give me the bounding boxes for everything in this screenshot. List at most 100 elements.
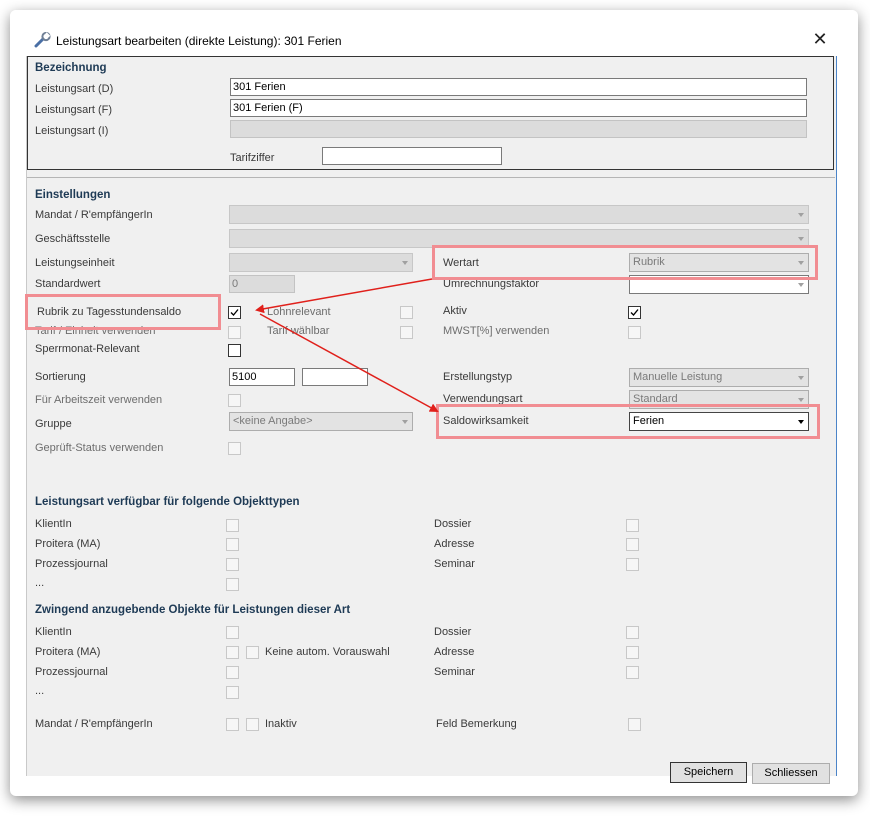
checkbox-rubrik-tagesstundensaldo[interactable] bbox=[228, 306, 241, 319]
zwingend-label-prozessjournal: Prozessjournal bbox=[35, 666, 108, 678]
label-tarifziffer: Tarifziffer bbox=[230, 152, 275, 164]
select-verwendungsart[interactable]: Standard bbox=[629, 390, 809, 409]
zwingend-label-seminar: Seminar bbox=[434, 666, 475, 678]
chevron-down-icon bbox=[402, 420, 408, 424]
check-icon bbox=[230, 309, 239, 316]
label-verwendungsart: Verwendungsart bbox=[443, 393, 523, 405]
label-saldowirksamkeit: Saldowirksamkeit bbox=[443, 415, 529, 427]
chevron-down-icon bbox=[798, 283, 804, 287]
zwingend-checkbox-adresse[interactable] bbox=[626, 646, 639, 659]
chevron-down-icon bbox=[798, 213, 804, 217]
checkbox-keine-vorauswahl[interactable] bbox=[246, 646, 259, 659]
zwingend-checkbox-klientin[interactable] bbox=[226, 626, 239, 639]
input-tarifziffer[interactable] bbox=[322, 147, 502, 165]
zwingend-label-mandat: Mandat / R'empfängerIn bbox=[35, 718, 153, 730]
saldowirksamkeit-value: Ferien bbox=[633, 415, 665, 427]
label-erstellungstyp: Erstellungstyp bbox=[443, 371, 513, 383]
chevron-down-icon bbox=[402, 261, 408, 265]
verfuegbar-label-prozessjournal: Prozessjournal bbox=[35, 558, 108, 570]
label-arbeitszeit: Für Arbeitszeit verwenden bbox=[35, 394, 163, 406]
label-leistungseinheit: Leistungseinheit bbox=[35, 257, 115, 269]
label-sortierung: Sortierung bbox=[35, 371, 86, 383]
label-leistungsart-f: Leistungsart (F) bbox=[35, 104, 113, 116]
checkbox-sperrmonat[interactable] bbox=[228, 344, 241, 357]
label-sperrmonat: Sperrmonat-Relevant bbox=[35, 343, 140, 355]
section-bezeichnung: Bezeichnung bbox=[35, 62, 107, 74]
label-geschaeftsstelle: Geschäftsstelle bbox=[35, 233, 111, 245]
select-gruppe[interactable]: <keine Angabe> bbox=[229, 412, 413, 431]
label-keine-vorauswahl: Keine autom. Vorauswahl bbox=[265, 646, 390, 658]
title-bar: Leistungsart bearbeiten (direkte Leistun… bbox=[10, 10, 858, 56]
checkbox-lohnrelevant[interactable] bbox=[400, 306, 413, 319]
input-standardwert[interactable]: 0 bbox=[229, 275, 295, 293]
verfuegbar-label-proitera: Proitera (MA) bbox=[35, 538, 101, 550]
chevron-down-icon bbox=[798, 376, 804, 380]
section-zwingend: Zwingend anzugebende Objekte für Leistun… bbox=[35, 604, 351, 616]
save-button[interactable]: Speichern bbox=[670, 762, 747, 783]
select-leistungseinheit[interactable] bbox=[229, 253, 413, 272]
section-einstellungen: Einstellungen bbox=[35, 189, 111, 201]
edit-leistungsart-dialog: Leistungsart bearbeiten (direkte Leistun… bbox=[10, 10, 858, 796]
input-leistungsart-f[interactable]: 301 Ferien (F) bbox=[230, 99, 807, 117]
label-rubrik-tagesstundensaldo: Rubrik zu Tagesstundensaldo bbox=[37, 306, 182, 318]
checkbox-arbeitszeit[interactable] bbox=[228, 394, 241, 407]
zwingend-checkbox-more[interactable] bbox=[226, 686, 239, 699]
checkbox-aktiv[interactable] bbox=[628, 306, 641, 319]
dialog-body: Bezeichnung Leistungsart (D) 301 Ferien … bbox=[25, 56, 837, 784]
checkbox-mwst[interactable] bbox=[628, 326, 641, 339]
verfuegbar-label-more: ... bbox=[35, 577, 45, 589]
label-gruppe: Gruppe bbox=[35, 418, 72, 430]
zwingend-checkbox-mandat[interactable] bbox=[226, 718, 239, 731]
label-leistungsart-d: Leistungsart (D) bbox=[35, 83, 114, 95]
gruppe-value: <keine Angabe> bbox=[233, 415, 313, 427]
close-icon[interactable]: ✕ bbox=[810, 30, 830, 50]
select-saldowirksamkeit[interactable]: Ferien bbox=[629, 412, 809, 431]
select-erstellungstyp[interactable]: Manuelle Leistung bbox=[629, 368, 809, 387]
label-aktiv: Aktiv bbox=[443, 305, 467, 317]
label-lohnrelevant: Lohnrelevant bbox=[267, 306, 331, 318]
input-leistungsart-d[interactable]: 301 Ferien bbox=[230, 78, 807, 96]
zwingend-checkbox-dossier[interactable] bbox=[626, 626, 639, 639]
checkbox-tarif-waehlbar[interactable] bbox=[400, 326, 413, 339]
close-button[interactable]: Schliessen bbox=[752, 763, 830, 784]
zwingend-label-klientin: KlientIn bbox=[35, 626, 72, 638]
zwingend-checkbox-prozessjournal[interactable] bbox=[226, 666, 239, 679]
verfuegbar-checkbox-dossier[interactable] bbox=[626, 519, 639, 532]
checkbox-feld-bemerkung[interactable] bbox=[628, 718, 641, 731]
chevron-down-icon bbox=[798, 398, 804, 402]
erstellungstyp-value: Manuelle Leistung bbox=[633, 371, 723, 383]
label-mandat: Mandat / R'empfängerIn bbox=[35, 209, 153, 221]
zwingend-label-more: ... bbox=[35, 685, 45, 697]
zwingend-label-adresse: Adresse bbox=[434, 646, 475, 658]
verfuegbar-checkbox-adresse[interactable] bbox=[626, 538, 639, 551]
select-geschaeftsstelle[interactable] bbox=[229, 229, 809, 248]
select-umrechnungsfaktor[interactable] bbox=[629, 275, 809, 294]
verfuegbar-label-klientin: KlientIn bbox=[35, 518, 72, 530]
section-verfuegbar: Leistungsart verfügbar für folgende Obje… bbox=[35, 496, 300, 508]
verfuegbar-checkbox-seminar[interactable] bbox=[626, 558, 639, 571]
checkbox-inaktiv[interactable] bbox=[246, 718, 259, 731]
input-sortierung-2[interactable] bbox=[302, 368, 368, 386]
label-standardwert: Standardwert bbox=[35, 278, 101, 290]
input-sortierung[interactable]: 5100 bbox=[229, 368, 295, 386]
zwingend-label-proitera: Proitera (MA) bbox=[35, 646, 101, 658]
verfuegbar-checkbox-prozessjournal[interactable] bbox=[226, 558, 239, 571]
zwingend-checkbox-proitera[interactable] bbox=[226, 646, 239, 659]
label-inaktiv: Inaktiv bbox=[265, 718, 297, 730]
separator bbox=[27, 177, 835, 178]
input-leistungsart-i[interactable] bbox=[230, 120, 807, 138]
label-tarif-waehlbar: Tarif wählbar bbox=[267, 325, 330, 337]
verfuegbar-checkbox-proitera[interactable] bbox=[226, 538, 239, 551]
select-wertart[interactable]: Rubrik bbox=[629, 253, 809, 272]
label-feld-bemerkung: Feld Bemerkung bbox=[436, 718, 517, 730]
verfuegbar-checkbox-more[interactable] bbox=[226, 578, 239, 591]
checkbox-tarif-einheit[interactable] bbox=[228, 326, 241, 339]
verfuegbar-label-adresse: Adresse bbox=[434, 538, 475, 550]
select-mandat[interactable] bbox=[229, 205, 809, 224]
zwingend-checkbox-seminar[interactable] bbox=[626, 666, 639, 679]
wrench-icon bbox=[34, 31, 52, 48]
chevron-down-icon bbox=[798, 237, 804, 241]
label-tarif-einheit: Tarif / Einheit verwenden bbox=[35, 325, 156, 337]
verfuegbar-checkbox-klientin[interactable] bbox=[226, 519, 239, 532]
checkbox-geprueft-status[interactable] bbox=[228, 442, 241, 455]
